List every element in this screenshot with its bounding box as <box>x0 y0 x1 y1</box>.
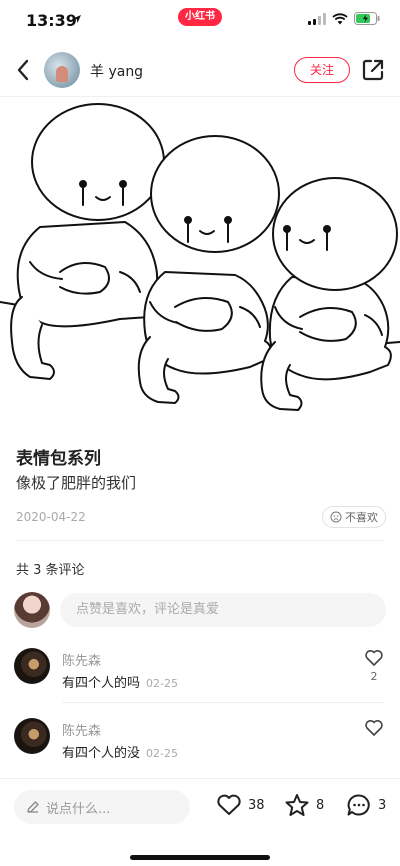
comment-heart-icon[interactable] <box>364 648 384 668</box>
post-description: 像极了肥胖的我们 <box>16 474 137 492</box>
like-count: 38 <box>248 797 265 813</box>
content-divider <box>16 540 384 541</box>
comment-text: 有四个人的没 02-25 <box>62 742 178 761</box>
home-indicator[interactable] <box>130 855 270 860</box>
commenter-avatar[interactable] <box>14 648 50 684</box>
comment-button[interactable]: 3 <box>346 793 386 817</box>
say-something-placeholder: 说点什么... <box>46 801 111 817</box>
comment-divider <box>62 702 384 703</box>
commenter-avatar[interactable] <box>14 718 50 754</box>
status-bar: 13:39 小红书 <box>0 0 400 42</box>
status-time: 13:39 <box>26 11 77 30</box>
collect-button[interactable]: 8 <box>284 793 324 817</box>
comment-body: 有四个人的吗 <box>62 676 141 691</box>
heart-icon <box>217 794 241 815</box>
chat-bubble-icon <box>347 794 370 816</box>
post-date: 2020-04-22 <box>16 510 86 524</box>
follow-button[interactable]: 关注 <box>294 57 350 83</box>
comment-heart-icon[interactable] <box>364 718 384 738</box>
signal-icon <box>308 12 326 25</box>
comment-input[interactable]: 点赞是喜欢，评论是真爱 <box>60 593 386 627</box>
post-image[interactable] <box>0 97 400 417</box>
comment-count-bottom: 3 <box>378 797 387 813</box>
comment-time: 02-25 <box>146 747 178 760</box>
back-arrow-icon[interactable] <box>12 56 36 84</box>
sad-face-icon <box>330 511 342 523</box>
comment-body: 有四个人的没 <box>62 746 141 761</box>
bottom-action-bar: 说点什么... 38 8 3 <box>0 778 400 866</box>
app-badge: 小红书 <box>178 8 222 26</box>
commenter-name[interactable]: 陈先森 <box>62 650 101 669</box>
battery-icon <box>354 12 380 25</box>
star-icon <box>285 794 309 816</box>
dislike-button[interactable]: 不喜欢 <box>322 506 386 528</box>
dislike-label: 不喜欢 <box>345 511 378 524</box>
commenter-name[interactable]: 陈先森 <box>62 720 101 739</box>
pencil-icon <box>27 801 39 813</box>
author-name[interactable]: 羊 yang <box>90 61 143 81</box>
location-arrow-icon <box>73 15 81 23</box>
like-button[interactable]: 38 <box>216 793 265 817</box>
comment-item[interactable]: 陈先森 有四个人的吗 02-25 2 <box>0 648 400 712</box>
comment-text: 有四个人的吗 02-25 <box>62 672 178 691</box>
author-avatar[interactable] <box>44 52 80 88</box>
say-something-input[interactable]: 说点什么... <box>14 790 190 824</box>
share-icon[interactable] <box>360 57 386 83</box>
comment-time: 02-25 <box>146 677 178 690</box>
collect-count: 8 <box>316 797 325 813</box>
post-header: 羊 yang 关注 <box>0 46 400 94</box>
comment-item[interactable]: 陈先森 有四个人的没 02-25 <box>0 718 400 782</box>
comment-count: 共 3 条评论 <box>16 563 85 578</box>
status-icons <box>308 12 380 25</box>
wifi-icon <box>332 12 348 24</box>
comment-like-count: 2 <box>370 670 378 683</box>
my-avatar <box>14 592 50 628</box>
post-title: 表情包系列 <box>16 449 101 469</box>
